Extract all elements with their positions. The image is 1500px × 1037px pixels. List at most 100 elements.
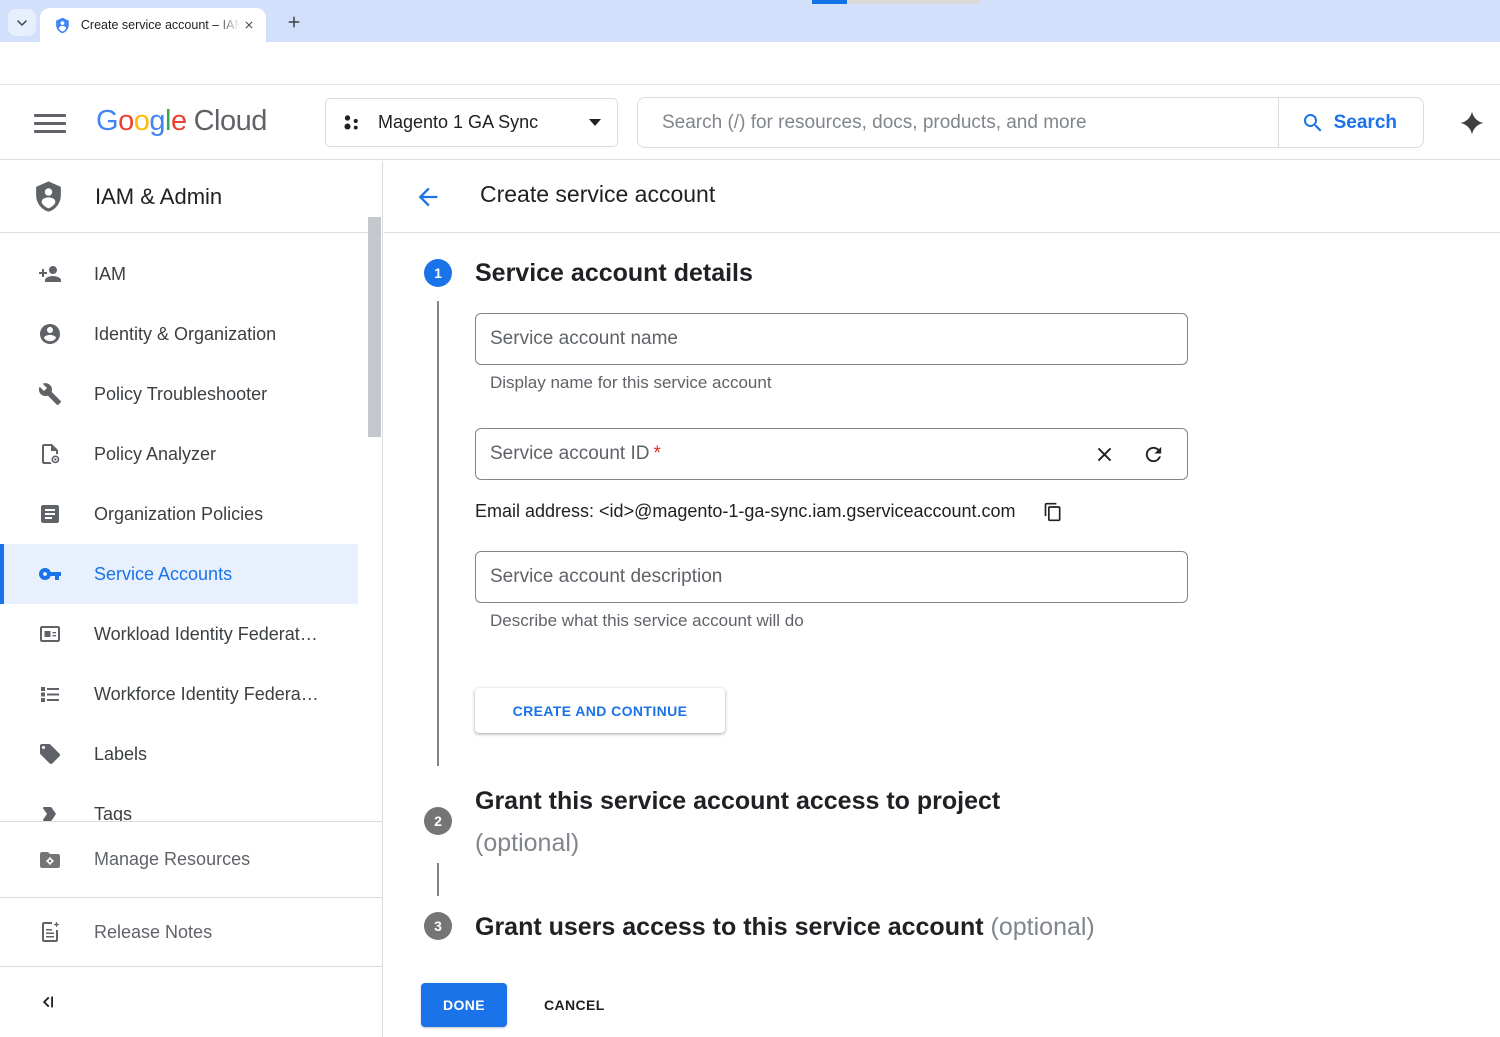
- sidebar-item-label: Release Notes: [94, 922, 212, 943]
- step-3-heading: Grant users access to this service accou…: [475, 906, 1095, 948]
- create-service-account-panel: Create service account 1 Service account…: [384, 161, 1500, 1037]
- search-icon: [1301, 111, 1325, 135]
- sidebar-item-identity-organization[interactable]: Identity & Organization: [0, 304, 358, 364]
- service-account-description-input[interactable]: [490, 566, 1173, 588]
- account-circle-icon: [38, 322, 62, 346]
- collapse-sidebar-icon: [40, 992, 60, 1012]
- id-placeholder: Service account ID: [490, 443, 649, 465]
- sidebar-item-label: Service Accounts: [94, 564, 232, 585]
- page-title: Create service account: [480, 181, 715, 208]
- sidebar-item-label: Policy Analyzer: [94, 444, 216, 465]
- sidebar-item-label: Manage Resources: [94, 849, 250, 870]
- sidebar-item-manage-resources[interactable]: Manage Resources: [0, 821, 382, 897]
- top-edge-blue-strip: [812, 0, 847, 4]
- tab-title: Create service account – IAM &: [81, 18, 240, 32]
- policy-analyzer-icon: [38, 442, 62, 466]
- chevron-down-icon: [15, 16, 29, 30]
- sidebar-title: IAM & Admin: [95, 184, 222, 210]
- menu-icon[interactable]: [34, 111, 66, 135]
- folder-gear-icon: [38, 848, 62, 872]
- search-button-label: Search: [1334, 112, 1397, 134]
- key-icon: [38, 562, 62, 586]
- page-header: Create service account: [384, 161, 1500, 233]
- iam-shield-favicon: [54, 17, 71, 34]
- step-1-indicator: 1: [424, 259, 452, 287]
- sidebar-item-label: Workload Identity Federat…: [94, 624, 318, 645]
- close-icon: [243, 19, 255, 31]
- create-and-continue-button[interactable]: CREATE AND CONTINUE: [475, 688, 725, 733]
- iam-shield-icon: [32, 180, 65, 213]
- step-connector: [437, 301, 439, 766]
- cancel-button[interactable]: CANCEL: [544, 983, 605, 1027]
- list-icon: [38, 682, 62, 706]
- search-placeholder: Search (/) for resources, docs, products…: [638, 112, 1278, 134]
- optional-label: (optional): [991, 913, 1095, 941]
- sidebar-item-workload-identity-federation[interactable]: Workload Identity Federat…: [0, 604, 358, 664]
- top-edge-gray-strip: [847, 0, 980, 4]
- wrench-icon: [38, 382, 62, 406]
- google-logo-letters: Google: [96, 105, 187, 137]
- step-1-heading: Service account details: [475, 252, 753, 294]
- sidebar-item-label: Organization Policies: [94, 504, 263, 525]
- sidebar-header: IAM & Admin: [0, 161, 383, 233]
- required-asterisk: *: [653, 443, 660, 465]
- email-address-label: Email address: <id>@magento-1-ga-sync.ia…: [475, 501, 1016, 522]
- sidebar-collapse-button[interactable]: [0, 966, 382, 1037]
- sidebar-item-service-accounts[interactable]: Service Accounts: [0, 544, 358, 604]
- clear-icon[interactable]: [1093, 443, 1116, 466]
- service-account-name-field[interactable]: [475, 313, 1188, 365]
- gemini-button[interactable]: [1456, 107, 1488, 139]
- google-cloud-logo[interactable]: GoogleCloud: [96, 105, 267, 138]
- service-account-description-field[interactable]: [475, 551, 1188, 603]
- tab-close-button[interactable]: [240, 16, 258, 34]
- service-account-id-field[interactable]: Service account ID *: [475, 428, 1188, 480]
- email-address-row: Email address: <id>@magento-1-ga-sync.ia…: [475, 501, 1063, 522]
- offer-tag-icon: [38, 742, 62, 766]
- sidebar-item-label: Labels: [94, 744, 147, 765]
- done-button[interactable]: DONE: [421, 983, 507, 1027]
- browser-tab-bar: Create service account – IAM &: [0, 0, 1500, 42]
- optional-label: (optional): [475, 822, 1000, 864]
- badge-card-icon: [38, 622, 62, 646]
- article-icon: [38, 502, 62, 526]
- cloud-wordmark: Cloud: [194, 105, 267, 137]
- step-3-indicator: 3: [424, 912, 452, 940]
- service-account-name-input[interactable]: [490, 328, 1173, 350]
- copy-icon[interactable]: [1043, 502, 1063, 522]
- sidebar-item-labels[interactable]: Labels: [0, 724, 358, 784]
- sidebar-pinned-section: Manage Resources Release Notes: [0, 821, 382, 1037]
- release-notes-icon: [38, 920, 62, 944]
- step-2-heading: Grant this service account access to pro…: [475, 780, 1000, 864]
- back-arrow-icon[interactable]: [414, 183, 442, 211]
- tab-search-button[interactable]: [8, 9, 36, 36]
- name-helper-text: Display name for this service account: [490, 373, 772, 393]
- cloud-console-header: GoogleCloud Magento 1 GA Sync Search (/)…: [0, 84, 1500, 160]
- sidebar-item-policy-troubleshooter[interactable]: Policy Troubleshooter: [0, 364, 358, 424]
- browser-toolbar: console.cloud.google.com/iam-admin/servi…: [0, 42, 1500, 84]
- sidebar-item-iam[interactable]: IAM: [0, 244, 358, 304]
- console-search-bar[interactable]: Search (/) for resources, docs, products…: [637, 97, 1424, 148]
- sidebar-item-release-notes[interactable]: Release Notes: [0, 897, 382, 966]
- selected-indicator: [0, 544, 4, 604]
- sidebar-item-workforce-identity-federation[interactable]: Workforce Identity Federa…: [0, 664, 358, 724]
- project-icon: [342, 112, 364, 134]
- sidebar-item-label: Workforce Identity Federa…: [94, 684, 319, 705]
- sidebar-item-policy-analyzer[interactable]: Policy Analyzer: [0, 424, 358, 484]
- sidebar-nav-list: IAM Identity & Organization Policy Troub…: [0, 244, 358, 844]
- step-connector: [437, 863, 439, 896]
- gemini-sparkle-icon: [1458, 109, 1486, 137]
- iam-admin-sidebar: IAM & Admin IAM Identity & Organization …: [0, 161, 383, 1037]
- project-picker-button[interactable]: Magento 1 GA Sync: [325, 98, 618, 147]
- regenerate-id-icon[interactable]: [1142, 443, 1165, 466]
- sidebar-scrollbar[interactable]: [368, 217, 381, 437]
- plus-icon: [285, 13, 303, 31]
- browser-tab[interactable]: Create service account – IAM &: [40, 8, 266, 42]
- search-button[interactable]: Search: [1279, 98, 1423, 147]
- sidebar-item-organization-policies[interactable]: Organization Policies: [0, 484, 358, 544]
- project-name: Magento 1 GA Sync: [378, 112, 575, 133]
- description-helper-text: Describe what this service account will …: [490, 611, 804, 631]
- google-cloud-console: Create service account – IAM & console.c…: [0, 0, 1500, 1037]
- new-tab-button[interactable]: [283, 11, 305, 33]
- sidebar-item-label: Identity & Organization: [94, 324, 276, 345]
- step-2-indicator: 2: [424, 807, 452, 835]
